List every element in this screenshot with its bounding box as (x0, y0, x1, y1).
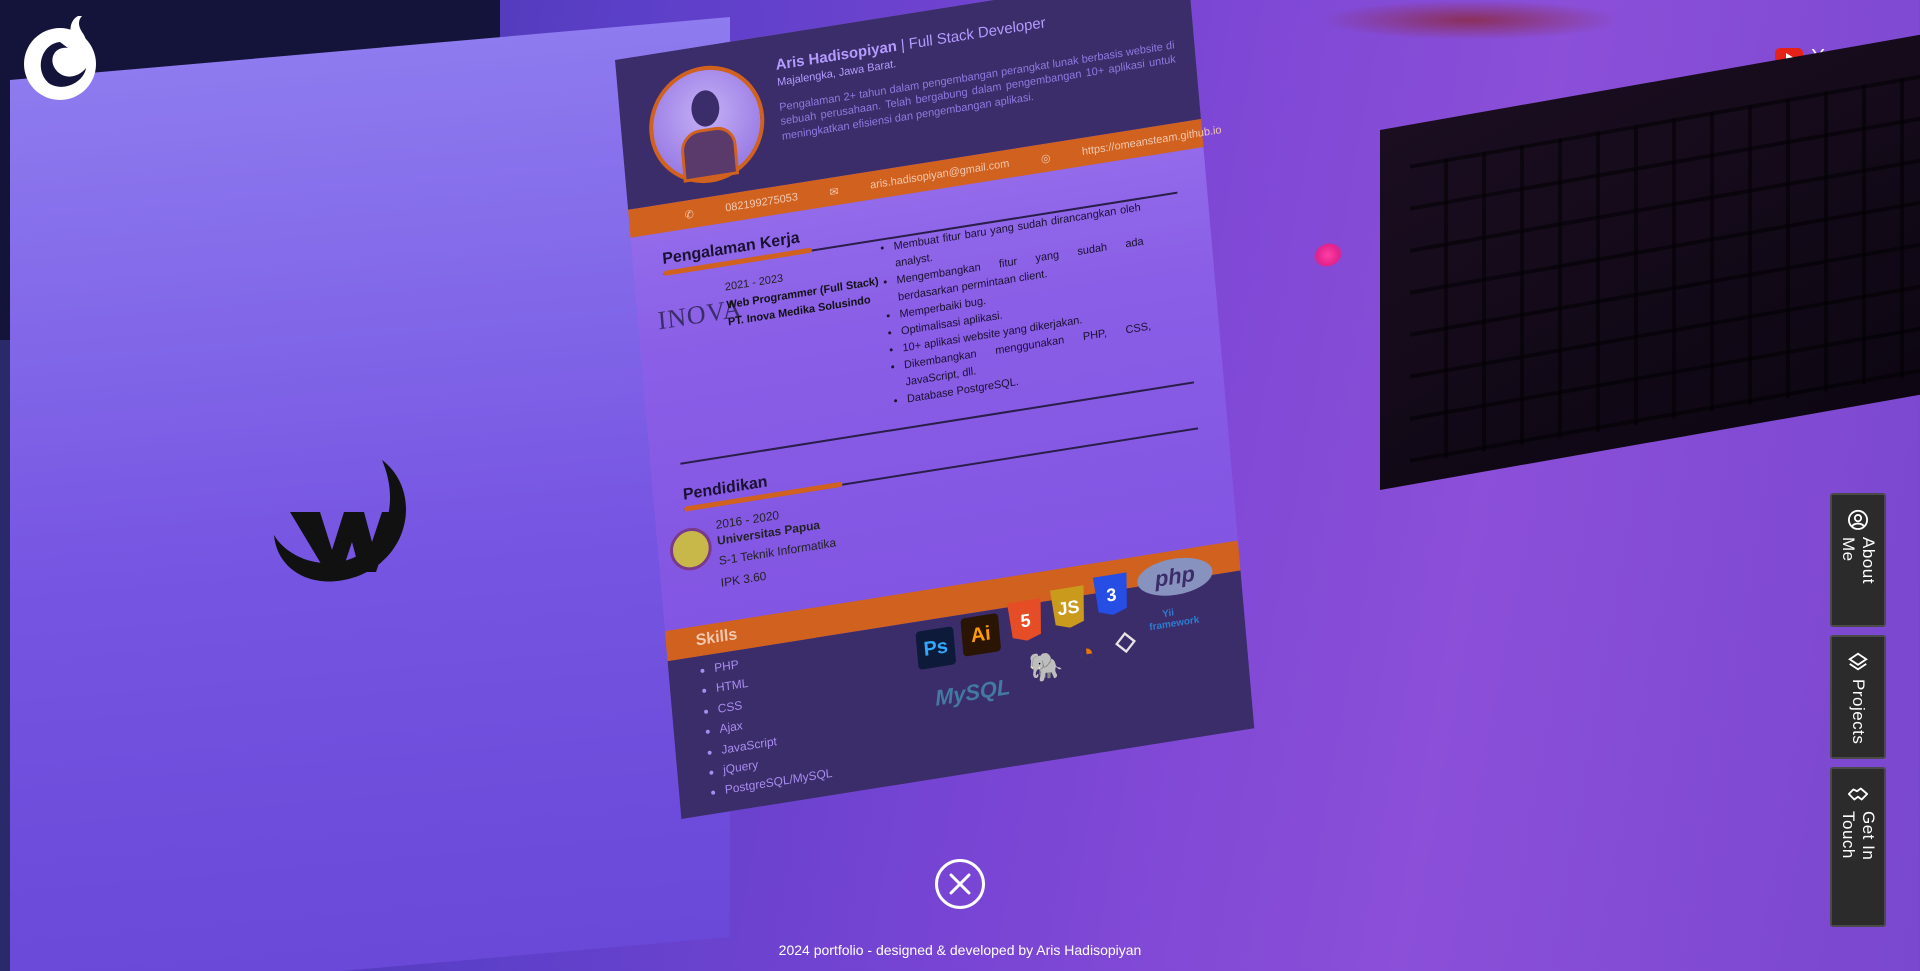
background-glow (1320, 0, 1620, 40)
profile-photo (644, 57, 770, 192)
photoshop-icon: Ps (915, 626, 957, 670)
get-in-touch-button[interactable]: Get In Touch (1830, 767, 1886, 927)
layers-icon (1848, 652, 1868, 671)
close-icon (949, 873, 971, 895)
pink-light (1311, 239, 1345, 271)
university-logo (668, 524, 714, 574)
projects-label: Projects (1849, 679, 1868, 745)
skills-list: PHP HTML CSS Ajax JavaScript jQuery Post… (696, 641, 834, 803)
keyboard-3d (1380, 31, 1920, 490)
phone-number: 082199275053 (724, 191, 799, 215)
handshake-icon (1847, 787, 1869, 801)
side-navigation: About Me Projects Get In Touch (1830, 493, 1886, 927)
user-circle-icon (1847, 509, 1869, 530)
education-gpa: IPK 3.60 (720, 568, 767, 590)
get-in-touch-label: Get In Touch (1839, 810, 1878, 861)
mail-icon: ✉ (828, 185, 840, 199)
w-brand-icon (274, 460, 406, 582)
postgresql-icon: 🐘 (1027, 648, 1065, 685)
close-button[interactable] (935, 859, 985, 909)
resume-card: Aris Hadisopiyan | Full Stack Developer … (615, 0, 1255, 819)
about-me-button[interactable]: About Me (1830, 493, 1886, 627)
yii-icon: Yii framework (1148, 607, 1200, 634)
phone-icon: ✆ (684, 208, 695, 222)
swan-logo-icon[interactable] (20, 12, 105, 100)
blender-icon: ◔ (1077, 636, 1096, 669)
illustrator-icon: Ai (960, 612, 1002, 657)
about-me-label: About Me (1839, 536, 1878, 584)
unity-icon: ◇ (1114, 623, 1137, 657)
projects-button[interactable]: Projects (1830, 635, 1886, 759)
globe-icon: ◎ (1040, 151, 1051, 166)
footer-text: 2024 portfolio - designed & developed by… (778, 942, 1142, 958)
